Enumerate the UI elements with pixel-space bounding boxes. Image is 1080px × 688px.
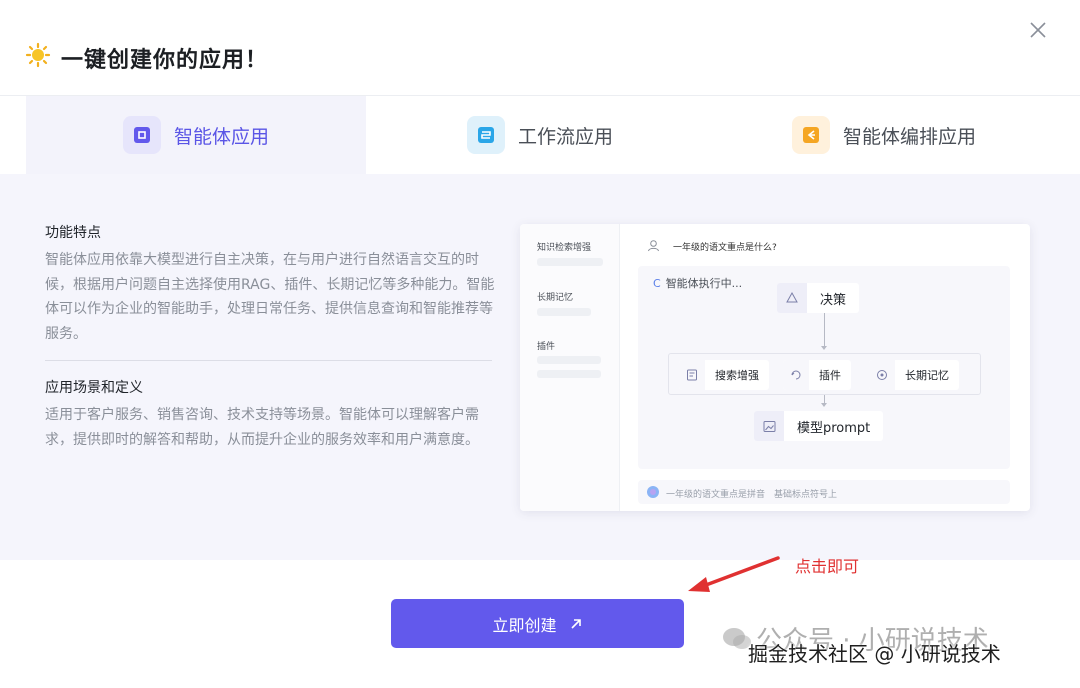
annotation-text: 点击即可 <box>795 557 860 576</box>
close-icon[interactable] <box>1026 18 1050 42</box>
loading-icon: C <box>653 277 661 290</box>
cycle-icon <box>777 283 807 313</box>
watermark-site: 掘金技术社区 @ 小研说技术 <box>748 642 1001 666</box>
tab-workflow-app[interactable]: 工作流应用 <box>366 96 714 174</box>
executing-status: C 智能体执行中... <box>653 275 742 291</box>
preview-side-item: 长期记忆 <box>537 293 574 303</box>
model-prompt-label: 模型prompt <box>797 420 871 436</box>
placeholder-bar <box>537 308 591 316</box>
decision-node: 决策 <box>777 283 860 313</box>
dialog-header: 一键创建你的应用！ <box>0 0 1080 96</box>
assistant-icon <box>647 486 659 498</box>
create-app-dialog: 一键创建你的应用！ 智能体应用 工作流应用 智能体编排应用 功能特点 智能体应用… <box>0 0 1080 688</box>
dialog-title: 一键创建你的应用！ <box>61 48 269 73</box>
placeholder-bar <box>537 370 601 378</box>
features-text: 智能体应用依靠大模型进行自主决策，在与用户进行自然语言交互的时候，根据用户问题自… <box>45 252 495 342</box>
agent-app-icon <box>122 116 161 154</box>
agent-orchestration-icon <box>791 116 830 154</box>
arrow-down-icon <box>821 346 827 350</box>
tab-agent-app-label: 智能体应用 <box>173 125 269 148</box>
tab-workflow-app-label: 工作流应用 <box>517 125 613 148</box>
user-icon <box>648 240 659 252</box>
executing-text: 智能体执行中... <box>665 277 743 290</box>
description-column: 功能特点 智能体应用依靠大模型进行自主决策，在与用户进行自然语言交互的时候，根据… <box>45 222 495 452</box>
tab-agent-app[interactable]: 智能体应用 <box>26 96 366 174</box>
workflow-app-icon <box>466 116 505 154</box>
long-term-memory-label: 长期记忆 <box>905 369 949 382</box>
create-now-label: 立即创建 <box>492 615 557 635</box>
plugin-icon <box>783 360 809 390</box>
arrow-down-icon <box>821 403 827 407</box>
sun-icon <box>25 42 51 68</box>
app-type-tabs: 智能体应用 工作流应用 智能体编排应用 <box>0 96 1080 174</box>
search-enhance-node: 搜索增强 <box>679 360 769 390</box>
tools-group: 搜索增强 插件 长期记忆 <box>668 353 981 395</box>
features-title: 功能特点 <box>45 225 101 241</box>
placeholder-bar <box>537 356 601 364</box>
tab-agent-orchestration-app[interactable]: 智能体编排应用 <box>714 96 1054 174</box>
placeholder-bar <box>537 258 603 266</box>
tab-content-panel: 功能特点 智能体应用依靠大模型进行自主决策，在与用户进行自然语言交互的时候，根据… <box>0 174 1080 560</box>
preview-side-item: 插件 <box>537 342 556 352</box>
decision-label: 决策 <box>820 292 847 308</box>
plugin-node: 插件 <box>783 360 851 390</box>
tab-agent-orchestration-label: 智能体编排应用 <box>842 125 976 148</box>
section-divider <box>45 360 492 361</box>
preview-question: 一年级的语文重点是什么? <box>673 243 777 253</box>
image-icon <box>754 411 784 441</box>
model-prompt-node: 模型prompt <box>754 411 884 441</box>
connector-line <box>824 313 825 348</box>
preview-side-item: 知识检索增强 <box>537 243 592 253</box>
preview-chat-input: 一年级的语文重点是拼音 基础标点符号上 <box>638 480 1010 504</box>
search-enhance-label: 搜索增强 <box>715 369 759 382</box>
create-now-button[interactable]: 立即创建 <box>391 599 684 648</box>
long-term-memory-node: 长期记忆 <box>869 360 959 390</box>
plugin-label: 插件 <box>819 369 841 382</box>
preview-input-text: 一年级的语文重点是拼音 基础标点符号上 <box>666 490 838 500</box>
document-icon <box>679 360 705 390</box>
scenarios-text: 适用于客户服务、销售咨询、技术支持等场景。智能体可以理解客户需求，提供即时的解答… <box>45 407 479 448</box>
scenarios-title: 应用场景和定义 <box>45 380 143 396</box>
preview-sidebar: 知识检索增强 长期记忆 插件 <box>520 224 620 511</box>
agent-execution-flow: C 智能体执行中... 决策 搜索增强 插件 长期记忆 模型prompt <box>638 266 1010 469</box>
memory-icon <box>869 360 895 390</box>
annotation-arrow-icon <box>688 556 780 592</box>
arrow-up-right-icon <box>570 618 581 629</box>
agent-preview-card: 知识检索增强 长期记忆 插件 一年级的语文重点是什么? C 智能体执行中... <box>520 224 1030 511</box>
